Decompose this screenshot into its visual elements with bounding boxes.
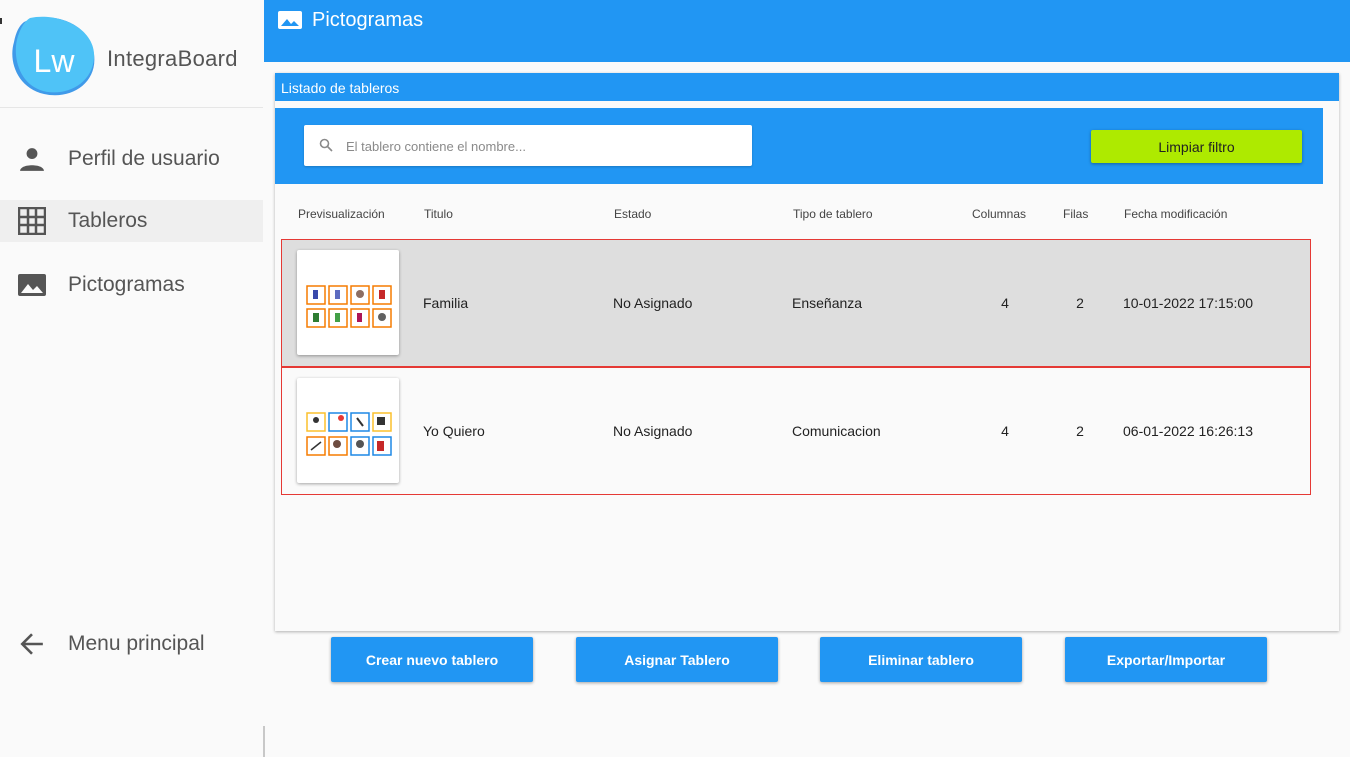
board-rows: 2 [1076, 423, 1084, 439]
board-title: Familia [423, 295, 469, 311]
page-title: Pictogramas [312, 9, 424, 31]
search-input[interactable] [344, 125, 748, 168]
clear-filter-button[interactable]: Limpiar filtro [1091, 130, 1302, 163]
grid-icon [0, 207, 64, 235]
image-icon [0, 273, 64, 297]
board-preview-thumbnail [297, 378, 399, 483]
board-modified-date: 10-01-2022 17:15:00 [1123, 295, 1253, 311]
menu-principal-label: Menu principal [68, 632, 205, 655]
column-header-columns[interactable]: Columnas [972, 207, 1026, 221]
assign-board-button[interactable]: Asignar Tablero [576, 637, 778, 682]
filter-bar: Limpiar filtro [275, 108, 1323, 184]
table-row[interactable]: Yo Quiero No Asignado Comunicacion 4 2 0… [281, 367, 1311, 495]
menu-principal-link[interactable]: Menu principal [0, 623, 263, 665]
column-header-rows[interactable]: Filas [1063, 207, 1088, 221]
column-header-title[interactable]: Titulo [424, 207, 453, 221]
search-box [304, 125, 752, 168]
sidebar-item-pictogramas[interactable]: Pictogramas [0, 264, 263, 306]
sidebar: Lw IntegraBoard Perfil de usuario Tabler… [0, 0, 263, 757]
sidebar-edge [263, 726, 265, 757]
board-status: No Asignado [613, 423, 693, 439]
app-logo: Lw [10, 14, 98, 100]
export-import-button[interactable]: Exportar/Importar [1065, 637, 1267, 682]
sidebar-item-label: Perfil de usuario [68, 147, 220, 170]
app-name: IntegraBoard [107, 46, 238, 71]
sidebar-item-tableros[interactable]: Tableros [0, 200, 263, 242]
image-icon [277, 10, 303, 35]
search-icon [319, 138, 333, 157]
sidebar-item-perfil[interactable]: Perfil de usuario [0, 138, 263, 180]
boards-card: Listado de tableros Limpiar filtro Previ… [275, 73, 1339, 631]
delete-board-button[interactable]: Eliminar tablero [820, 637, 1022, 682]
sidebar-item-label: Tableros [68, 209, 148, 232]
divider [0, 107, 263, 108]
board-modified-date: 06-01-2022 16:26:13 [1123, 423, 1253, 439]
create-board-button[interactable]: Crear nuevo tablero [331, 637, 533, 682]
column-header-type[interactable]: Tipo de tablero [793, 207, 873, 221]
board-rows: 2 [1076, 295, 1084, 311]
board-title: Yo Quiero [423, 423, 485, 439]
card-header: Listado de tableros [275, 73, 1339, 101]
board-columns: 4 [1001, 423, 1009, 439]
logo-text: Lw [34, 43, 76, 79]
board-type: Comunicacion [792, 423, 881, 439]
board-status: No Asignado [613, 295, 693, 311]
board-preview-thumbnail [297, 250, 399, 355]
board-type: Enseñanza [792, 295, 863, 311]
board-columns: 4 [1001, 295, 1009, 311]
top-app-bar: Pictogramas [264, 0, 1350, 62]
column-header-status[interactable]: Estado [614, 207, 651, 221]
column-header-date[interactable]: Fecha modificación [1124, 207, 1227, 221]
window-edge-mark [0, 18, 2, 24]
table-row[interactable]: Familia No Asignado Enseñanza 4 2 10-01-… [281, 239, 1311, 367]
column-header-preview[interactable]: Previsualización [298, 207, 385, 221]
card-title: Listado de tableros [281, 80, 400, 96]
person-icon [0, 146, 64, 172]
sidebar-item-label: Pictogramas [68, 273, 185, 296]
arrow-left-icon [0, 631, 64, 657]
